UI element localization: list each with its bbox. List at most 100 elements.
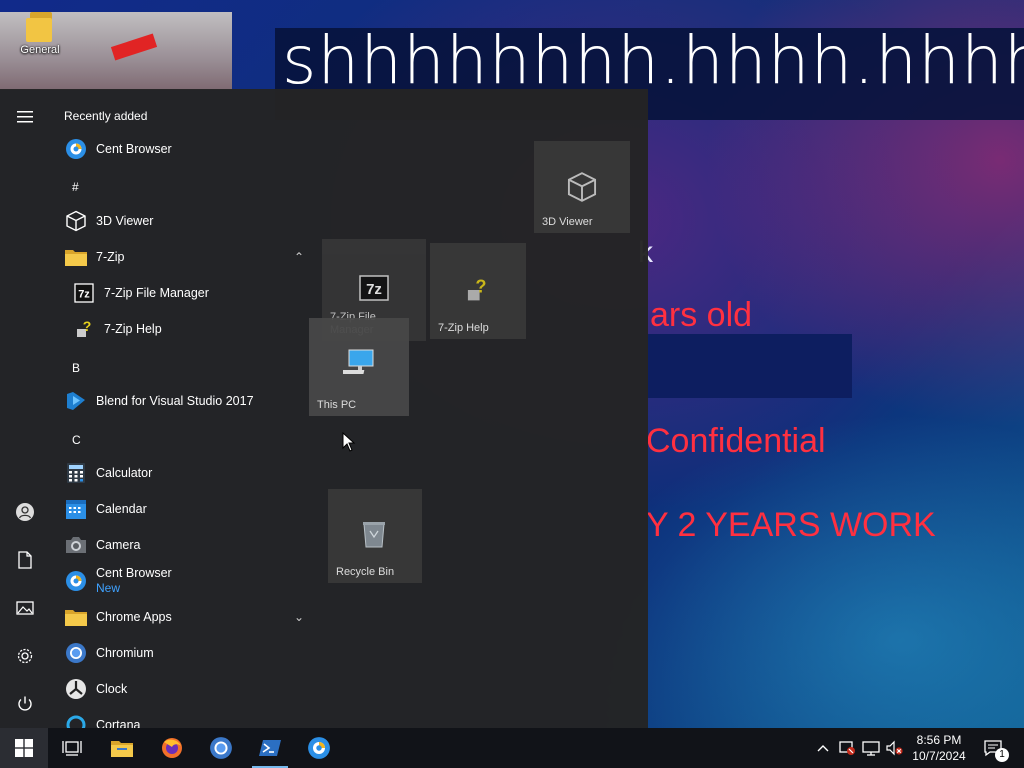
app-label: Cent Browser bbox=[96, 141, 172, 156]
tile-label: This PC bbox=[317, 399, 357, 411]
wallpaper-text-work: Y 2 YEARS WORK bbox=[646, 506, 936, 544]
svg-text:?: ? bbox=[83, 319, 92, 334]
new-badge: New bbox=[96, 581, 121, 595]
start-button[interactable] bbox=[0, 728, 48, 768]
folder-icon bbox=[26, 8, 54, 42]
chevron-up-icon[interactable]: ⌃ bbox=[294, 250, 304, 264]
folder-icon bbox=[64, 245, 88, 269]
tile-label: 7-Zip Help bbox=[438, 322, 489, 334]
app-label: Clock bbox=[96, 681, 128, 696]
app-label: 3D Viewer bbox=[96, 213, 154, 228]
task-view-button[interactable] bbox=[48, 728, 96, 768]
3d-viewer-icon bbox=[567, 172, 597, 202]
blend-icon bbox=[64, 389, 88, 413]
cent-browser-icon bbox=[64, 569, 88, 593]
chevron-down-icon[interactable]: ⌄ bbox=[294, 610, 304, 624]
app-3d-viewer[interactable]: 3D Viewer bbox=[50, 204, 312, 238]
file-explorer-icon bbox=[111, 741, 133, 757]
mouse-cursor-icon bbox=[342, 432, 356, 452]
hamburger-menu-icon[interactable] bbox=[13, 105, 37, 129]
taskbar: 8:56 PM 10/7/2024 1 bbox=[0, 728, 1024, 768]
app-calendar[interactable]: Calendar bbox=[50, 492, 312, 526]
wallpaper-text-top: shhhhhhhh.hhhh.hhhh bbox=[282, 22, 1024, 99]
app-camera[interactable]: Camera bbox=[50, 528, 312, 562]
taskbar-clock[interactable]: 8:56 PM 10/7/2024 bbox=[900, 732, 978, 764]
tile-7zip-help[interactable]: ? 7-Zip Help bbox=[430, 243, 526, 339]
cent-browser-icon bbox=[308, 737, 330, 759]
folder-icon bbox=[64, 605, 88, 629]
app-cent-browser[interactable]: Cent Browser New bbox=[50, 564, 312, 598]
letter-header-c[interactable]: C bbox=[72, 433, 81, 447]
taskbar-cent-browser[interactable] bbox=[295, 728, 343, 768]
pictures-icon[interactable] bbox=[13, 596, 37, 620]
action-center-button[interactable]: 1 bbox=[978, 728, 1009, 768]
app-label: Cent Browser New bbox=[96, 566, 172, 596]
tile-label: 3D Viewer bbox=[542, 216, 593, 228]
app-label: Calculator bbox=[96, 465, 153, 480]
taskbar-powershell[interactable] bbox=[246, 728, 294, 768]
app-7zip-help[interactable]: ? 7-Zip Help bbox=[50, 312, 312, 346]
wallpaper-box bbox=[648, 334, 852, 398]
show-hidden-icons-button[interactable] bbox=[812, 728, 834, 768]
app-clock[interactable]: Clock bbox=[50, 672, 312, 706]
tile-3d-viewer[interactable]: 3D Viewer bbox=[534, 141, 630, 233]
app-list: Recently added Cent Browser # 3D Viewer … bbox=[50, 89, 312, 728]
documents-icon[interactable] bbox=[13, 548, 37, 572]
app-label: Blend for Visual Studio 2017 bbox=[96, 393, 254, 408]
taskbar-file-explorer[interactable] bbox=[98, 728, 146, 768]
app-label: Chromium bbox=[96, 645, 154, 660]
taskbar-firefox[interactable] bbox=[148, 728, 196, 768]
3d-viewer-icon bbox=[64, 209, 88, 233]
7zip-icon: 7z bbox=[72, 281, 96, 305]
computer-icon bbox=[343, 349, 374, 374]
power-icon[interactable] bbox=[13, 692, 37, 716]
user-account-icon[interactable] bbox=[13, 500, 37, 524]
app-label: 7-Zip File Manager bbox=[104, 285, 209, 300]
clock-time: 8:56 PM bbox=[916, 733, 962, 747]
help-icon: ? bbox=[467, 277, 486, 301]
tray-network-icon[interactable] bbox=[860, 728, 882, 768]
tile-this-pc[interactable]: This PC bbox=[309, 318, 409, 416]
folder-chrome-apps[interactable]: Chrome Apps ⌄ bbox=[50, 600, 312, 634]
windows-logo-icon bbox=[15, 739, 33, 757]
app-chromium[interactable]: Chromium bbox=[50, 636, 312, 670]
svg-text:?: ? bbox=[475, 277, 486, 297]
svg-text:7z: 7z bbox=[78, 289, 90, 301]
chromium-icon bbox=[64, 641, 88, 665]
svg-text:7z: 7z bbox=[366, 281, 382, 298]
start-menu: Recently added Cent Browser # 3D Viewer … bbox=[0, 89, 648, 728]
tile-label: Recycle Bin bbox=[336, 566, 395, 578]
app-calculator[interactable]: Calculator bbox=[50, 456, 312, 490]
security-warning-icon bbox=[839, 741, 855, 755]
recently-added-header: Recently added bbox=[64, 109, 148, 123]
app-cent-browser-recent[interactable]: Cent Browser bbox=[50, 132, 312, 166]
calculator-icon bbox=[64, 461, 88, 485]
app-label: Cortana bbox=[96, 717, 141, 729]
app-label: Chrome Apps bbox=[96, 609, 172, 624]
start-rail bbox=[0, 89, 50, 728]
taskbar-chromium[interactable] bbox=[197, 728, 245, 768]
clock-date: 10/7/2024 bbox=[912, 749, 966, 763]
letter-header-hash[interactable]: # bbox=[72, 180, 79, 194]
calendar-icon bbox=[64, 497, 88, 521]
app-cortana[interactable]: Cortana bbox=[50, 708, 312, 728]
tile-recycle-bin[interactable]: Recycle Bin bbox=[328, 489, 422, 583]
camera-icon bbox=[64, 533, 88, 557]
app-label: 7-Zip Help bbox=[104, 321, 162, 336]
app-label: Calendar bbox=[96, 501, 147, 516]
app-blend-vs2017[interactable]: Blend for Visual Studio 2017 bbox=[50, 384, 312, 418]
app-7zip-file-manager[interactable]: 7z 7-Zip File Manager bbox=[50, 276, 312, 310]
letter-header-b[interactable]: B bbox=[72, 361, 80, 375]
folder-7zip[interactable]: 7-Zip ⌃ bbox=[50, 240, 312, 274]
notification-count-badge: 1 bbox=[995, 748, 1009, 762]
firefox-icon bbox=[162, 738, 182, 758]
tray-security-icon[interactable] bbox=[836, 728, 858, 768]
wallpaper-text-years: ars old bbox=[650, 296, 753, 334]
desktop-icon-general[interactable]: General bbox=[12, 8, 68, 56]
app-label: Camera bbox=[96, 537, 141, 552]
settings-gear-icon[interactable] bbox=[13, 644, 37, 668]
network-icon bbox=[862, 741, 880, 756]
chromium-icon bbox=[210, 737, 232, 759]
cortana-icon bbox=[64, 713, 88, 728]
cent-browser-icon bbox=[64, 137, 88, 161]
